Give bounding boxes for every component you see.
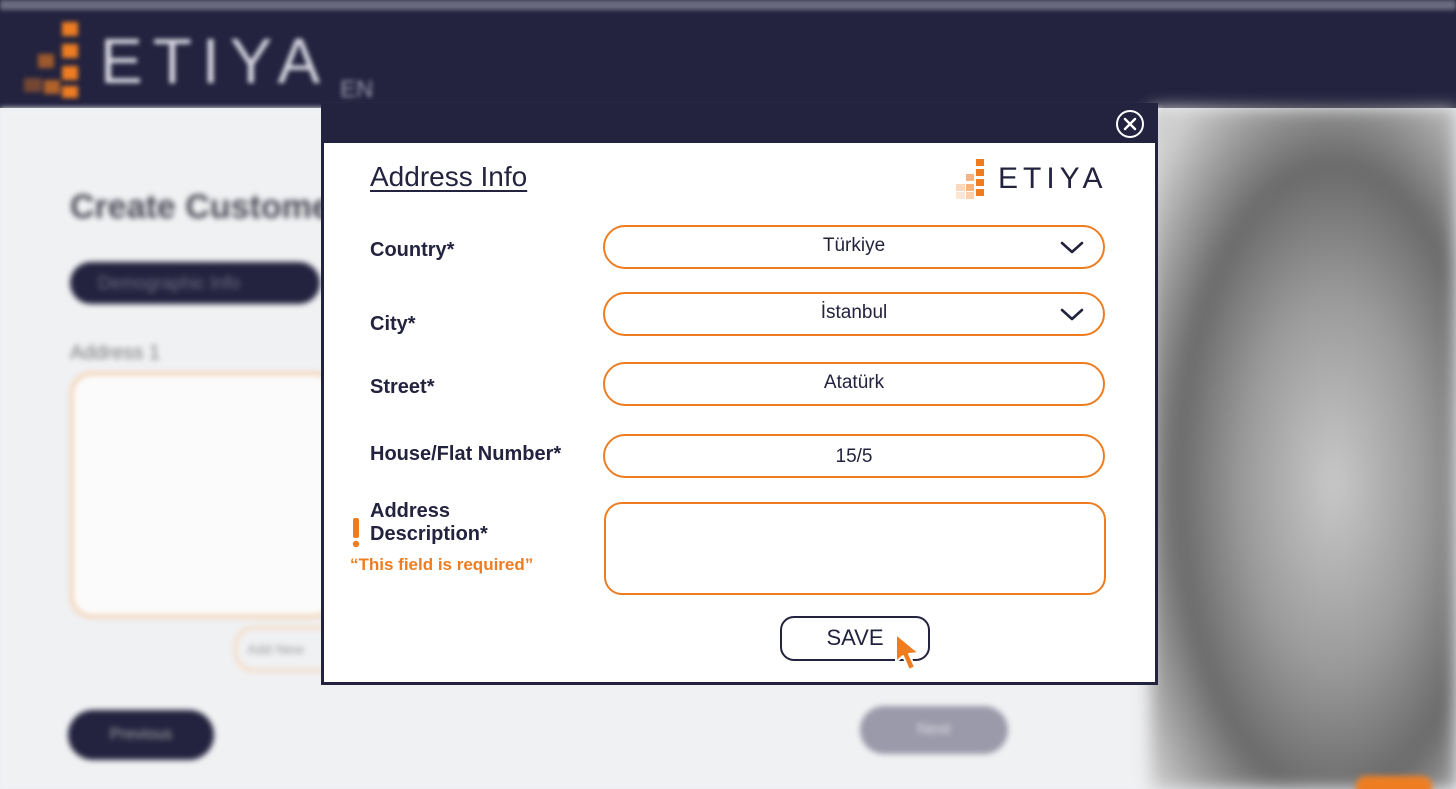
country-label: Country* [370, 239, 455, 261]
page-title: Create Customer [70, 188, 344, 226]
address-label: Address 1 [70, 342, 161, 364]
address-description-input[interactable] [604, 502, 1106, 595]
address-info-modal: Address Info ETIYA Country* Türkiye City… [321, 103, 1158, 685]
chevron-down-icon [1060, 241, 1084, 254]
street-value: Atatürk [823, 372, 885, 393]
etiya-logo-text: ETIYA [998, 162, 1108, 195]
house-number-label: House/Flat Number* [370, 443, 562, 465]
modal-logo: ETIYA [954, 158, 1114, 200]
address-card [70, 372, 336, 618]
etiya-logo-icon [954, 158, 988, 200]
top-navbar: ETIYA EN [0, 0, 1456, 108]
tab-demographic-info[interactable]: Demographic Info [70, 262, 320, 304]
modal-title: Address Info [370, 161, 528, 192]
language-selector[interactable]: EN [340, 76, 373, 104]
navbar-top-line [0, 0, 1456, 10]
city-value: İstanbul [820, 302, 888, 323]
orange-corner-tab [1356, 776, 1432, 789]
previous-button[interactable]: Previous [68, 710, 214, 760]
chevron-down-icon [1060, 308, 1084, 321]
modal-header [324, 106, 1155, 143]
house-number-input[interactable]: 15/5 [603, 434, 1105, 478]
country-value: Türkiye [822, 235, 886, 256]
close-icon [1123, 117, 1137, 131]
address-description-label-line1: Address [370, 500, 451, 522]
street-label: Street* [370, 376, 435, 398]
pointer-cursor-icon [895, 633, 920, 671]
background-photo [1150, 108, 1456, 789]
house-number-value: 15/5 [835, 446, 873, 467]
city-select[interactable]: İstanbul [603, 292, 1105, 336]
exclamation-icon [352, 518, 360, 548]
address-description-label-line2: Description* [370, 523, 488, 545]
close-button[interactable] [1116, 110, 1144, 138]
next-button[interactable]: Next [860, 706, 1008, 754]
address-description-label: Address Description* [370, 500, 488, 546]
city-label: City* [370, 313, 416, 335]
brand-logo-icon [20, 18, 82, 102]
street-input[interactable]: Atatürk [603, 362, 1105, 406]
required-field-error: “This field is required” [350, 555, 534, 574]
brand-logo-text: ETIYA [100, 25, 331, 97]
country-select[interactable]: Türkiye [603, 225, 1105, 269]
